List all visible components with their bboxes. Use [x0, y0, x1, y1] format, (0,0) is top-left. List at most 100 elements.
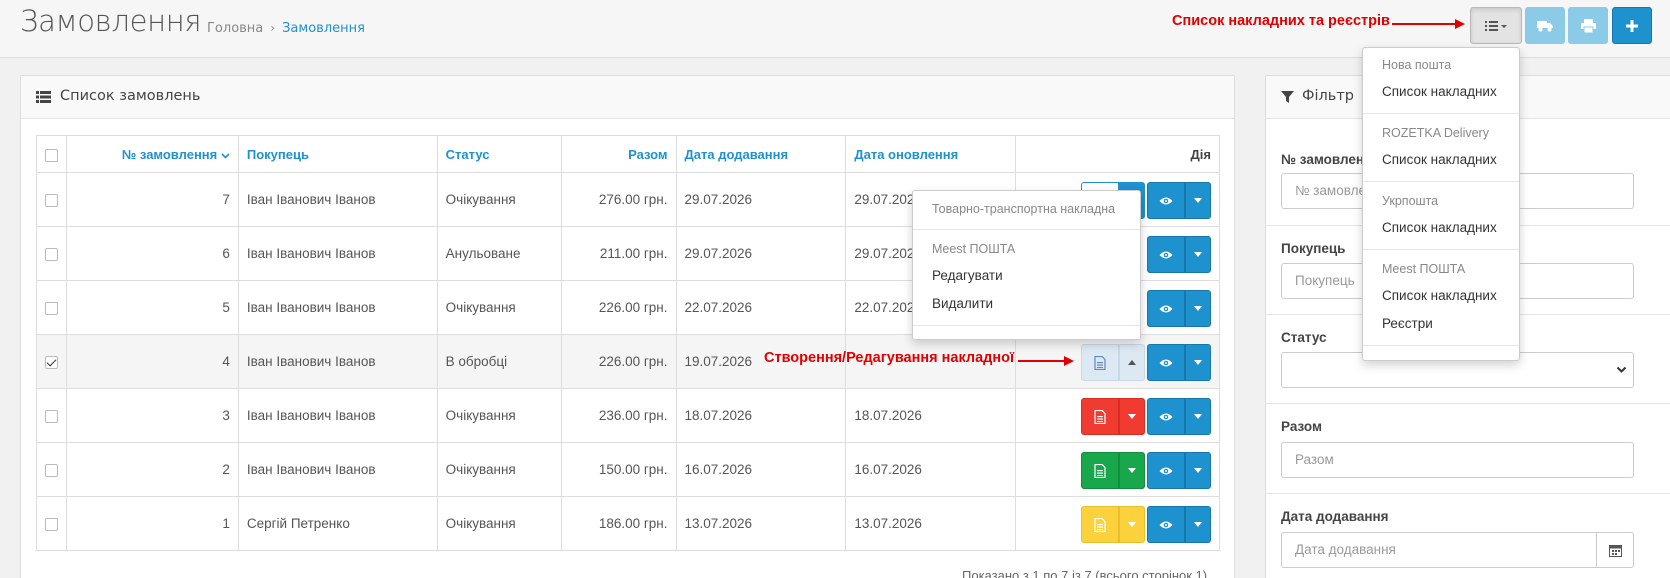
order-id-cell: 1 [66, 496, 239, 551]
caret-icon [1128, 468, 1136, 473]
waybill-button[interactable] [1081, 344, 1119, 381]
action-cell [1015, 496, 1220, 551]
eye-icon [1159, 521, 1173, 528]
column-total[interactable]: Разом [560, 135, 677, 173]
date-added-cell: 18.07.2026 [675, 388, 847, 443]
status-cell: В обробці [436, 334, 562, 389]
caret-icon [1194, 198, 1202, 203]
customer-cell: Іван Іванович Іванов [237, 172, 438, 227]
dropdown-menu-item[interactable]: Список накладних [1363, 214, 1519, 242]
column-status[interactable]: Статус [436, 135, 562, 173]
caret-icon [1128, 414, 1136, 419]
table-row: 2 Іван Іванович Іванов Очікування 150.00 гр… [36, 442, 1220, 497]
customer-cell: Іван Іванович Іванов [237, 334, 438, 389]
view-order-button[interactable] [1147, 236, 1185, 273]
order-id-cell: 6 [66, 226, 239, 281]
view-order-button[interactable] [1147, 290, 1185, 327]
chevron-down-icon [1616, 366, 1627, 373]
view-order-button[interactable] [1147, 182, 1185, 219]
shipment-list-dropdown-button[interactable] [1470, 7, 1522, 44]
column-order-id-label: № замовлення [121, 146, 218, 162]
waybill-dropdown-toggle[interactable] [1119, 344, 1145, 381]
filter-total-label: Разом [1281, 419, 1322, 434]
dropdown-group-header: Укрпошта [1382, 194, 1439, 208]
customer-cell: Іван Іванович Іванов [237, 226, 438, 281]
view-order-button[interactable] [1147, 506, 1185, 543]
column-date-added[interactable]: Дата додавання [675, 135, 847, 173]
date-added-cell: 29.07.2026 [675, 172, 847, 227]
calendar-button[interactable] [1596, 532, 1634, 568]
order-actions-toggle[interactable] [1185, 452, 1211, 489]
view-order-button[interactable] [1147, 398, 1185, 435]
filter-date-input[interactable]: Дата додавання [1281, 532, 1597, 568]
order-actions-toggle[interactable] [1185, 290, 1211, 327]
column-date-modified[interactable]: Дата оновлення [845, 135, 1017, 173]
waybill-dropdown-toggle[interactable] [1119, 398, 1145, 435]
action-cell [1015, 442, 1220, 497]
delete-waybill-item[interactable]: Видалити [913, 290, 1140, 318]
filter-divider [1265, 493, 1670, 494]
plus-icon [1626, 19, 1638, 32]
column-customer[interactable]: Покупець [237, 135, 438, 173]
breadcrumb-current[interactable]: Замовлення [282, 21, 365, 36]
total-cell: 226.00 грн. [560, 280, 677, 335]
row-select-cell [36, 280, 67, 335]
view-button-group [1147, 398, 1211, 435]
view-button-group [1147, 182, 1211, 219]
order-actions-toggle[interactable] [1185, 236, 1211, 273]
dropdown-header-waybill: Товарно-транспортна накладна [932, 202, 1116, 216]
column-order-id[interactable]: № замовлення [66, 135, 239, 173]
waybill-dropdown-toggle[interactable] [1119, 506, 1145, 543]
row-checkbox[interactable] [45, 517, 58, 531]
order-actions-toggle[interactable] [1185, 398, 1211, 435]
truck-icon [1537, 20, 1553, 31]
view-order-button[interactable] [1147, 452, 1185, 489]
eye-icon [1159, 197, 1173, 204]
order-actions-toggle[interactable] [1185, 506, 1211, 543]
dropdown-menu-item[interactable]: Реєстри [1363, 310, 1519, 338]
breadcrumb: Головна › Замовлення [207, 21, 365, 36]
breadcrumb-home[interactable]: Головна [207, 21, 263, 36]
row-checkbox[interactable] [45, 193, 58, 207]
filter-divider [1265, 403, 1670, 404]
edit-waybill-item[interactable]: Редагувати [913, 262, 1140, 290]
dropdown-header-meest: Meest ПОШТА [932, 242, 1016, 256]
select-all-checkbox[interactable] [45, 148, 58, 162]
annotation-row-arrowhead [1064, 356, 1074, 366]
row-checkbox[interactable] [45, 409, 58, 423]
total-cell: 276.00 грн. [560, 172, 677, 227]
eye-icon [1159, 413, 1173, 420]
waybill-button[interactable] [1081, 398, 1119, 435]
filter-total-input[interactable]: Разом [1281, 442, 1634, 478]
sort-caret-icon [221, 152, 230, 159]
print-button[interactable] [1568, 7, 1608, 44]
date-added-cell: 13.07.2026 [675, 496, 847, 551]
waybill-dropdown-toggle[interactable] [1119, 452, 1145, 489]
shipping-button[interactable] [1525, 7, 1565, 44]
dropdown-menu-item[interactable]: Список накладних [1363, 78, 1519, 106]
table-header-row: № замовлення Покупець Статус Разом Дата … [36, 135, 1220, 173]
customer-cell: Іван Іванович Іванов [237, 280, 438, 335]
document-icon [1094, 463, 1106, 478]
row-checkbox[interactable] [45, 355, 58, 369]
row-checkbox[interactable] [45, 463, 58, 477]
row-checkbox[interactable] [45, 247, 58, 261]
dropdown-menu-item[interactable]: Список накладних [1363, 282, 1519, 310]
waybill-button[interactable] [1081, 506, 1119, 543]
breadcrumb-separator: › [270, 21, 276, 35]
waybill-button-group [1081, 506, 1145, 543]
document-icon [1094, 409, 1106, 424]
waybill-dropdown-menu: Товарно-транспортна накладна Meest ПОШТА… [912, 190, 1141, 340]
date-modified-cell: 18.07.2026 [845, 388, 1017, 443]
row-checkbox[interactable] [45, 301, 58, 315]
annotation-top: Список накладних та реєстрів [1172, 13, 1390, 29]
order-actions-toggle[interactable] [1185, 182, 1211, 219]
waybill-button[interactable] [1081, 452, 1119, 489]
row-select-cell [36, 388, 67, 443]
order-actions-toggle[interactable] [1185, 344, 1211, 381]
add-order-button[interactable] [1612, 7, 1652, 44]
dropdown-menu-item[interactable]: Список накладних [1363, 146, 1519, 174]
annotation-arrowhead [1455, 19, 1465, 29]
view-order-button[interactable] [1147, 344, 1185, 381]
dropdown-group-header: Нова пошта [1382, 58, 1452, 72]
